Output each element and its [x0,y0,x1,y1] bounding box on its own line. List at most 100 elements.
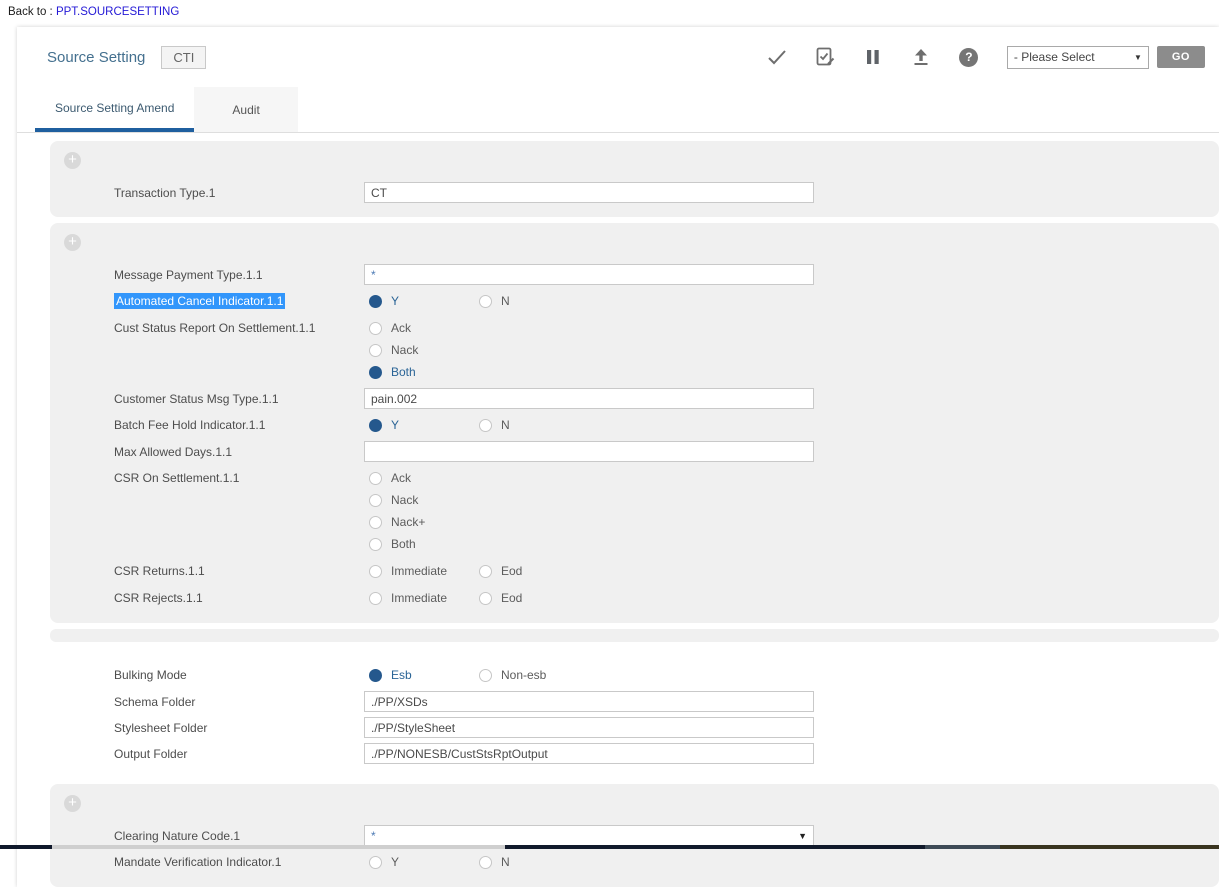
field-control: pain.002 [364,388,1219,409]
hold-pause-icon[interactable] [862,46,884,68]
add-multivalue-icon[interactable]: + [64,795,81,812]
field-label: Automated Cancel Indicator.1.1 [114,290,364,309]
field-label: CSR On Settlement.1.1 [114,467,364,486]
radio-group: YN [364,851,1219,873]
select-value: * [371,829,376,843]
radio-button-icon [369,366,382,379]
help-icon[interactable]: ? [958,46,980,68]
validate-document-icon[interactable] [814,46,836,68]
field-label: CSR Rejects.1.1 [114,587,364,606]
text-input[interactable]: ./PP/XSDs [364,691,814,712]
field-label: CSR Returns.1.1 [114,560,364,579]
radio-option[interactable]: Esb [369,664,479,686]
action-select-value: - Please Select [1014,50,1095,64]
radio-button-icon [479,419,492,432]
text-input[interactable]: * [364,264,814,285]
field-label: Mandate Verification Indicator.1 [114,851,364,870]
radio-option-label: Immediate [391,591,447,605]
field-row: Message Payment Type.1.1* [114,264,1219,285]
radio-option-label: N [501,418,510,432]
radio-option[interactable]: Nack+ [369,511,1219,533]
field-control: Esb Non-esb [364,664,1219,686]
field-row: Schema Folder./PP/XSDs [114,691,1219,712]
radio-option-label: Both [391,365,416,379]
commit-check-icon[interactable] [766,46,788,68]
radio-option[interactable]: N [479,290,589,312]
radio-group: AckNack Both [364,317,1219,383]
radio-option-label: Y [391,294,399,308]
radio-option[interactable]: Y [369,851,479,873]
radio-button-icon [369,344,382,357]
field-control: ./PP/XSDs [364,691,1219,712]
field-label: Clearing Nature Code.1 [114,825,364,844]
text-input[interactable]: CT [364,182,814,203]
radio-button-icon [479,295,492,308]
text-input[interactable]: ./PP/StyleSheet [364,717,814,738]
select-input[interactable]: *▼ [364,825,814,846]
field-row: Stylesheet Folder./PP/StyleSheet [114,717,1219,738]
radio-option[interactable]: Both [369,533,1219,555]
toolbar: ? - Please Select ▼ GO [753,46,1205,69]
field-label: Customer Status Msg Type.1.1 [114,388,364,407]
bottom-bar-segment [505,845,925,849]
field-row: CSR Returns.1.1 Immediate Eod [114,560,1219,582]
field-control: *▼ [364,825,1219,846]
radio-option[interactable]: N [479,414,589,436]
bottom-bar-segment [0,845,52,849]
radio-button-icon [369,494,382,507]
back-to-label: Back to : [8,6,53,18]
add-multivalue-icon[interactable]: + [64,152,81,169]
field-row: Clearing Nature Code.1*▼ [114,825,1219,846]
radio-option[interactable]: Eod [479,587,589,609]
go-button[interactable]: GO [1157,46,1205,68]
back-link[interactable]: PPT.SOURCESETTING [56,6,179,18]
radio-option[interactable]: Ack [369,467,1219,489]
text-input[interactable] [364,441,814,462]
text-input[interactable]: pain.002 [364,388,814,409]
radio-option[interactable]: Eod [479,560,589,582]
form-section: +Transaction Type.1CT [50,141,1219,217]
text-input[interactable]: ./PP/NONESB/CustStsRptOutput [364,743,814,764]
breadcrumb: Back to : PPT.SOURCESETTING [0,0,1219,18]
radio-option[interactable]: Ack [369,317,1219,339]
field-label: Cust Status Report On Settlement.1.1 [114,317,364,336]
radio-option-label: Esb [391,668,412,682]
tab-audit[interactable]: Audit [194,87,297,132]
radio-option[interactable]: Immediate [369,587,479,609]
radio-option[interactable]: Y [369,414,479,436]
radio-option-label: Nack [391,493,418,507]
radio-group: YN [364,290,1219,312]
field-label: Max Allowed Days.1.1 [114,441,364,460]
field-row: Bulking ModeEsbNon-esb [114,664,1219,686]
radio-option-label: N [501,294,510,308]
field-control: AckNack Both [364,317,1219,383]
radio-option-label: Eod [501,591,522,605]
main-card: Source Setting CTI [17,27,1219,887]
field-control: YN [364,851,1219,873]
radio-option[interactable]: Immediate [369,560,479,582]
action-select-dropdown[interactable]: - Please Select ▼ [1007,46,1149,69]
radio-option[interactable]: Y [369,290,479,312]
field-control: ./PP/NONESB/CustStsRptOutput [364,743,1219,764]
field-row: Cust Status Report On Settlement.1.1AckN… [114,317,1219,383]
field-row: Mandate Verification Indicator.1YN [114,851,1219,873]
radio-option[interactable]: Nack [369,489,1219,511]
upload-icon[interactable] [910,46,932,68]
radio-option-label: Eod [501,564,522,578]
field-control: CT [364,182,1219,203]
radio-group: YN [364,414,1219,436]
radio-option[interactable]: Non-esb [479,664,589,686]
field-control: Immediate Eod [364,560,1219,582]
field-row: Automated Cancel Indicator.1.1YN [114,290,1219,312]
radio-option[interactable]: Both [369,361,1219,383]
radio-option-label: Immediate [391,564,447,578]
bottom-bar-segment [52,845,505,849]
tab-source-setting-amend[interactable]: Source Setting Amend [35,87,194,132]
field-row: CSR On Settlement.1.1 Ack Nack Nack+Both [114,467,1219,555]
radio-group: Immediate Eod [364,587,1219,609]
add-multivalue-icon[interactable]: + [64,234,81,251]
radio-option[interactable]: N [479,851,589,873]
radio-option[interactable]: Nack [369,339,1219,361]
field-label: Schema Folder [114,691,364,710]
radio-button-icon [369,472,382,485]
